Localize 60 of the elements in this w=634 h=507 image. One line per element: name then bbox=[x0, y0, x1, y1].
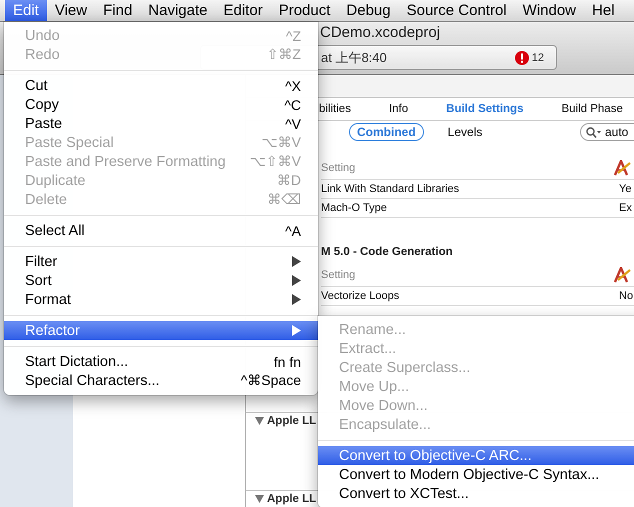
shortcut-text: ^X bbox=[285, 78, 301, 94]
menu-item[interactable]: Select All ^A bbox=[4, 221, 318, 240]
shortcut-text: ^A bbox=[285, 222, 301, 238]
column-header: Setting bbox=[321, 269, 356, 281]
menu-bar-item[interactable]: Hel bbox=[584, 0, 623, 21]
shortcut-text: ^⌘Space bbox=[240, 372, 301, 389]
menu-bar-item[interactable]: Window bbox=[514, 0, 584, 21]
shortcut-text: ^Z bbox=[286, 28, 301, 44]
shortcut-text: ⌘D bbox=[276, 172, 301, 189]
menu-item[interactable]: Paste ^V bbox=[4, 114, 318, 133]
menu-item[interactable]: Convert to Objective-C ARC... bbox=[318, 446, 634, 465]
setting-value: Ye bbox=[619, 183, 632, 195]
build-status: at 上午8:40 bbox=[321, 48, 388, 66]
section-title: M 5.0 - Code Generation bbox=[321, 245, 454, 260]
setting-name: Link With Standard Libraries bbox=[321, 183, 460, 195]
menu-item[interactable]: Refactor bbox=[4, 321, 318, 340]
setting-name: Mach-O Type bbox=[321, 202, 387, 214]
menu-item[interactable]: Start Dictation... fn fn bbox=[4, 352, 318, 371]
tab[interactable]: Info bbox=[388, 103, 408, 115]
tab[interactable]: Build Settings bbox=[446, 103, 524, 115]
menu-bar-item[interactable]: Source Control bbox=[398, 0, 515, 21]
menu-bar-item[interactable]: Navigate bbox=[140, 0, 216, 21]
shortcut-text: fn fn bbox=[274, 354, 301, 370]
column-header: Setting bbox=[321, 162, 356, 174]
disclosure-triangle-icon[interactable] bbox=[255, 417, 264, 425]
filter-tab[interactable]: Levels bbox=[440, 123, 490, 141]
menu-item[interactable]: Convert to XCTest... bbox=[318, 484, 634, 503]
shortcut-text: ⌥⌘V bbox=[262, 134, 301, 151]
setting-name: Vectorize Loops bbox=[321, 290, 400, 302]
search-icon bbox=[586, 126, 602, 138]
filter-tab[interactable]: Combined bbox=[349, 123, 424, 141]
section-title: Apple LL bbox=[267, 415, 316, 427]
menu-item[interactable]: Cut ^X bbox=[4, 76, 318, 95]
menu-bar-item[interactable]: Debug bbox=[338, 0, 399, 21]
menu-item[interactable]: Format bbox=[4, 290, 318, 309]
section-title: Apple LL bbox=[267, 493, 316, 505]
shortcut-text: ⇧⌘Z bbox=[266, 46, 301, 63]
error-count: 12 bbox=[532, 52, 544, 64]
shortcut-text: ⌥⇧⌘V bbox=[250, 153, 301, 170]
menu-bar-item[interactable]: View bbox=[46, 0, 96, 21]
menu-bar-item[interactable]: Editor bbox=[216, 0, 271, 21]
shortcut-text: ^C bbox=[284, 96, 301, 112]
search-field[interactable]: auto bbox=[580, 123, 634, 141]
menu-item[interactable]: Special Characters... ^⌘Space bbox=[4, 371, 318, 390]
setting-value: Ex bbox=[619, 202, 633, 214]
menu-item[interactable]: Filter bbox=[4, 252, 318, 271]
error-icon bbox=[514, 50, 529, 64]
shortcut-text: ⌘⌫ bbox=[267, 191, 301, 208]
menu-bar-item[interactable]: Product bbox=[270, 0, 338, 21]
menu-item[interactable]: Copy ^C bbox=[4, 95, 318, 114]
tab[interactable]: Build Phase bbox=[561, 103, 623, 115]
window-title: CDemo.xcodeproj bbox=[320, 24, 440, 42]
menu-item[interactable]: Convert to Modern Objective-C Syntax... bbox=[318, 465, 634, 484]
menu-bar-item[interactable]: Find bbox=[95, 0, 140, 21]
tab[interactable]: bilities bbox=[319, 103, 351, 115]
menu-bar-item[interactable]: Edit bbox=[5, 0, 47, 21]
setting-value: No bbox=[619, 290, 634, 302]
shortcut-text: ^V bbox=[285, 116, 301, 132]
disclosure-triangle-icon[interactable] bbox=[255, 495, 264, 503]
menu-item[interactable]: Sort bbox=[4, 271, 318, 290]
